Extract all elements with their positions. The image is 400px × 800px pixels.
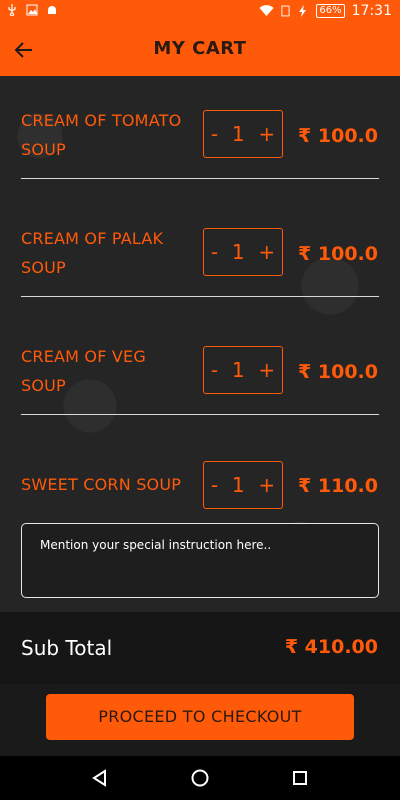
status-bar: 66% 17:31: [0, 0, 400, 24]
item-name: CREAM OF TOMATO SOUP: [21, 111, 182, 159]
item-price: ₹ 100.0: [298, 361, 378, 383]
decrease-button[interactable]: -: [211, 473, 218, 497]
item-name: CREAM OF PALAK SOUP: [21, 229, 164, 277]
sim-icon: [281, 5, 290, 17]
checkout-area: PROCEED TO CHECKOUT: [0, 684, 400, 756]
quantity-value: 1: [231, 358, 245, 382]
increase-button[interactable]: +: [258, 473, 275, 497]
divider: [21, 178, 379, 179]
quantity-value: 1: [231, 473, 245, 497]
clock: 17:31: [351, 3, 392, 19]
decrease-button[interactable]: -: [211, 358, 218, 382]
increase-button[interactable]: +: [258, 122, 275, 146]
battery-level: 66%: [316, 4, 345, 18]
cart-item: CREAM OF TOMATO SOUP - 1 + ₹ 100.0: [0, 76, 400, 194]
divider: [21, 414, 379, 415]
item-price: ₹ 100.0: [298, 125, 378, 147]
proceed-to-checkout-button[interactable]: PROCEED TO CHECKOUT: [46, 694, 354, 740]
increase-button[interactable]: +: [258, 358, 275, 382]
cart-item: CREAM OF VEG SOUP - 1 + ₹ 100.0: [0, 313, 400, 431]
quantity-stepper: - 1 +: [203, 346, 283, 394]
special-instruction-input[interactable]: Mention your special instruction here..: [21, 523, 379, 598]
quantity-stepper: - 1 +: [203, 461, 283, 509]
quantity-stepper: - 1 +: [203, 228, 283, 276]
nav-recents-icon[interactable]: [290, 768, 310, 788]
charging-icon: [299, 5, 307, 17]
quantity-stepper: - 1 +: [203, 110, 283, 158]
android-icon: [48, 6, 56, 14]
system-nav-bar: [0, 756, 400, 800]
image-icon: [26, 4, 38, 16]
subtotal-amount: ₹ 410.00: [284, 636, 378, 658]
page-title: MY CART: [153, 38, 247, 59]
increase-button[interactable]: +: [258, 240, 275, 264]
nav-home-icon[interactable]: [190, 768, 210, 788]
subtotal-label: Sub Total: [21, 636, 113, 660]
item-name: SWEET CORN SOUP: [21, 475, 182, 494]
item-name: CREAM OF VEG SOUP: [21, 347, 146, 395]
wifi-icon: [259, 5, 274, 17]
subtotal-bar: Sub Total ₹ 410.00: [0, 612, 400, 684]
divider: [21, 296, 379, 297]
decrease-button[interactable]: -: [211, 240, 218, 264]
item-price: ₹ 110.0: [298, 475, 378, 497]
quantity-value: 1: [231, 240, 245, 264]
decrease-button[interactable]: -: [211, 122, 218, 146]
nav-back-icon[interactable]: [90, 768, 110, 788]
item-price: ₹ 100.0: [298, 243, 378, 265]
usb-icon: [8, 4, 16, 16]
app-bar: MY CART: [0, 24, 400, 76]
quantity-value: 1: [231, 122, 245, 146]
cart-item: CREAM OF PALAK SOUP - 1 + ₹ 100.0: [0, 195, 400, 313]
